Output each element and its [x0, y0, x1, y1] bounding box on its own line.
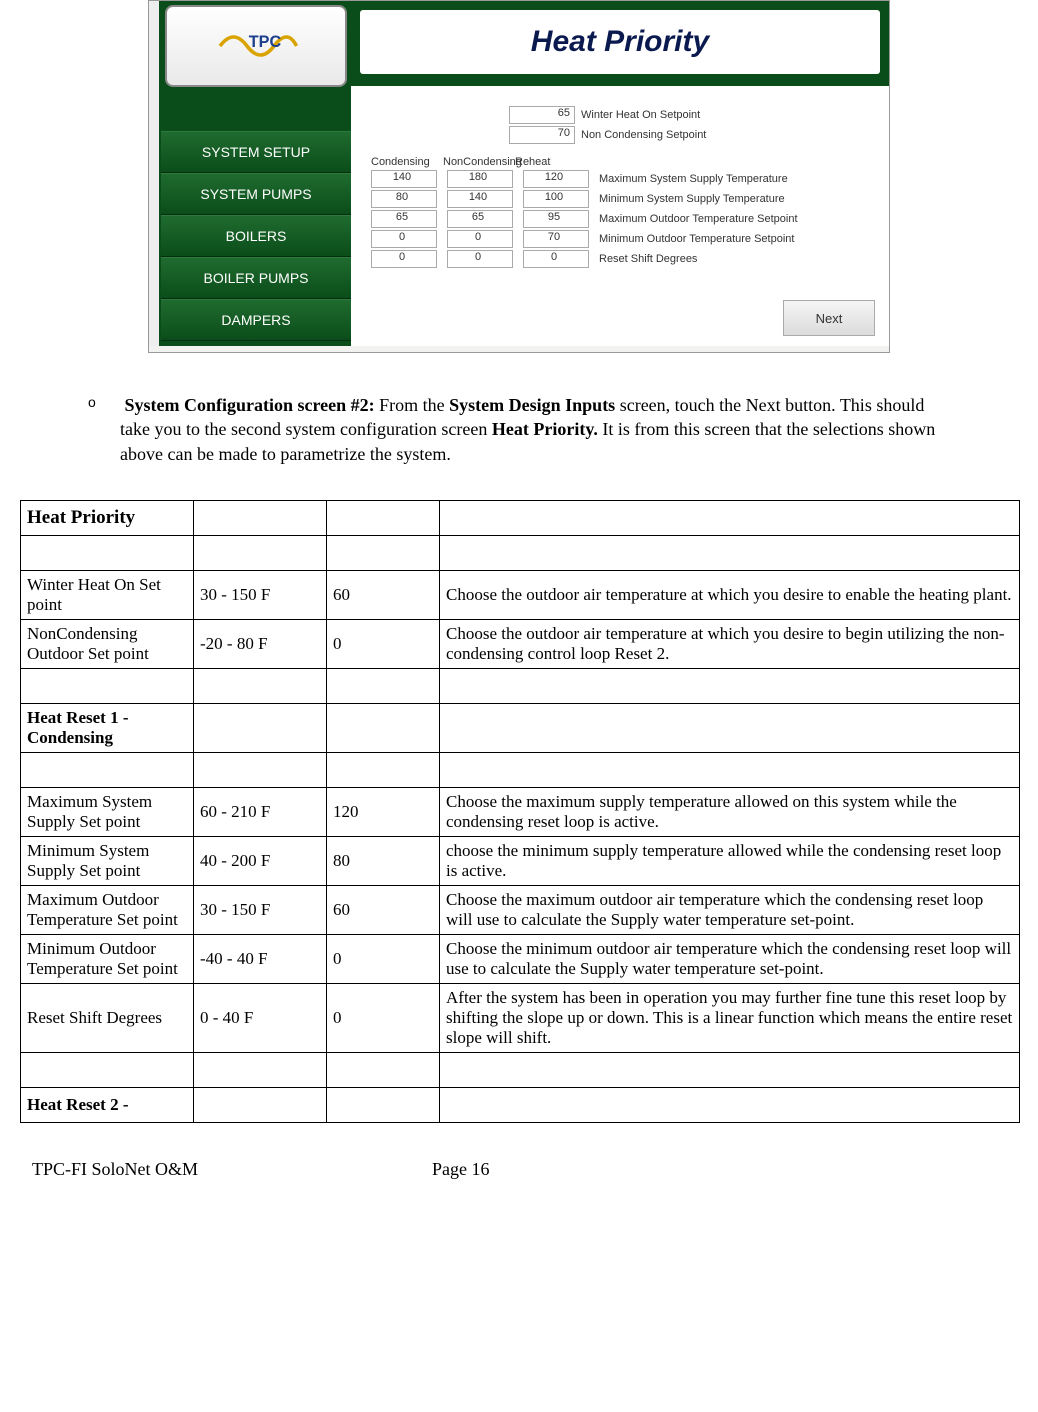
sidebar-item-boilers[interactable]: BOILERS	[161, 215, 351, 257]
instruction-bold-3: Heat Priority.	[492, 419, 598, 439]
footer-page-number: Page 16	[432, 1159, 632, 1180]
table-row: Heat Reset 2 -	[21, 1087, 1020, 1122]
table-row	[21, 535, 1020, 570]
grid-input[interactable]: 65	[447, 210, 513, 228]
table-row: Maximum Outdoor Temperature Set point 30…	[21, 885, 1020, 934]
page-footer: TPC-FI SoloNet O&M Page 16	[20, 1159, 1018, 1180]
grid-row-label: Maximum System Supply Temperature	[599, 173, 788, 185]
grid-input[interactable]: 0	[371, 230, 437, 248]
grid-row-label: Minimum System Supply Temperature	[599, 193, 785, 205]
section-heading: Heat Reset 1 - Condensing	[21, 703, 194, 752]
col-header-noncondensing: NonCondensing	[443, 156, 515, 168]
table-row	[21, 1052, 1020, 1087]
heat-priority-spec-table: Heat Priority Winter Heat On Set point 3…	[20, 500, 1020, 1123]
next-button[interactable]: Next	[783, 300, 875, 336]
grid-input[interactable]: 95	[523, 210, 589, 228]
table-header: Heat Priority	[21, 500, 194, 535]
table-row	[21, 752, 1020, 787]
non-condensing-input[interactable]: 70	[509, 126, 575, 144]
grid-input[interactable]: 0	[371, 250, 437, 268]
col-header-reheat: Reheat	[515, 156, 587, 168]
grid-input[interactable]: 100	[523, 190, 589, 208]
table-row: NonCondensing Outdoor Set point -20 - 80…	[21, 619, 1020, 668]
grid-input[interactable]: 0	[447, 250, 513, 268]
grid-row-label: Reset Shift Degrees	[599, 253, 697, 265]
grid-input[interactable]: 140	[447, 190, 513, 208]
grid-input[interactable]: 0	[447, 230, 513, 248]
grid-input[interactable]: 70	[523, 230, 589, 248]
sidebar-item-dampers[interactable]: DAMPERS	[161, 299, 351, 341]
instruction-bold-2: System Design Inputs	[449, 395, 615, 415]
table-row: Minimum Outdoor Temperature Set point -4…	[21, 934, 1020, 983]
table-row: Minimum System Supply Set point 40 - 200…	[21, 836, 1020, 885]
grid-row-label: Maximum Outdoor Temperature Setpoint	[599, 213, 798, 225]
sidebar: TPC SYSTEM SETUP SYSTEM PUMPS BOILERS BO…	[161, 1, 351, 346]
table-row: Heat Priority	[21, 500, 1020, 535]
sidebar-item-system-pumps[interactable]: SYSTEM PUMPS	[161, 173, 351, 215]
sidebar-item-boiler-pumps[interactable]: BOILER PUMPS	[161, 257, 351, 299]
grid-row-label: Minimum Outdoor Temperature Setpoint	[599, 233, 794, 245]
winter-heat-on-label: Winter Heat On Setpoint	[581, 109, 700, 121]
tpc-logo: TPC	[165, 5, 347, 87]
grid-input[interactable]: 65	[371, 210, 437, 228]
grid-input[interactable]: 0	[523, 250, 589, 268]
table-row: Maximum System Supply Set point 60 - 210…	[21, 787, 1020, 836]
list-bullet: o	[88, 393, 108, 412]
non-condensing-label: Non Condensing Setpoint	[581, 129, 706, 141]
table-row: Reset Shift Degrees 0 - 40 F 0 After the…	[21, 983, 1020, 1052]
sidebar-item-system-setup[interactable]: SYSTEM SETUP	[161, 131, 351, 173]
section-heading: Heat Reset 2 -	[21, 1087, 194, 1122]
col-header-condensing: Condensing	[371, 156, 443, 168]
svg-text:TPC: TPC	[249, 33, 282, 51]
winter-heat-on-input[interactable]: 65	[509, 106, 575, 124]
instruction-bold-1: System Configuration screen #2:	[125, 395, 375, 415]
screen-title: Heat Priority	[531, 25, 709, 59]
grid-input[interactable]: 80	[371, 190, 437, 208]
grid-input[interactable]: 140	[371, 170, 437, 188]
instruction-paragraph: o System Configuration screen #2: From t…	[120, 393, 958, 466]
grid-input[interactable]: 180	[447, 170, 513, 188]
table-row: Winter Heat On Set point 30 - 150 F 60 C…	[21, 570, 1020, 619]
heat-priority-screenshot: TPC SYSTEM SETUP SYSTEM PUMPS BOILERS BO…	[148, 0, 890, 353]
table-row	[21, 668, 1020, 703]
footer-doc-title: TPC-FI SoloNet O&M	[32, 1159, 432, 1180]
grid-input[interactable]: 120	[523, 170, 589, 188]
table-row: Heat Reset 1 - Condensing	[21, 703, 1020, 752]
